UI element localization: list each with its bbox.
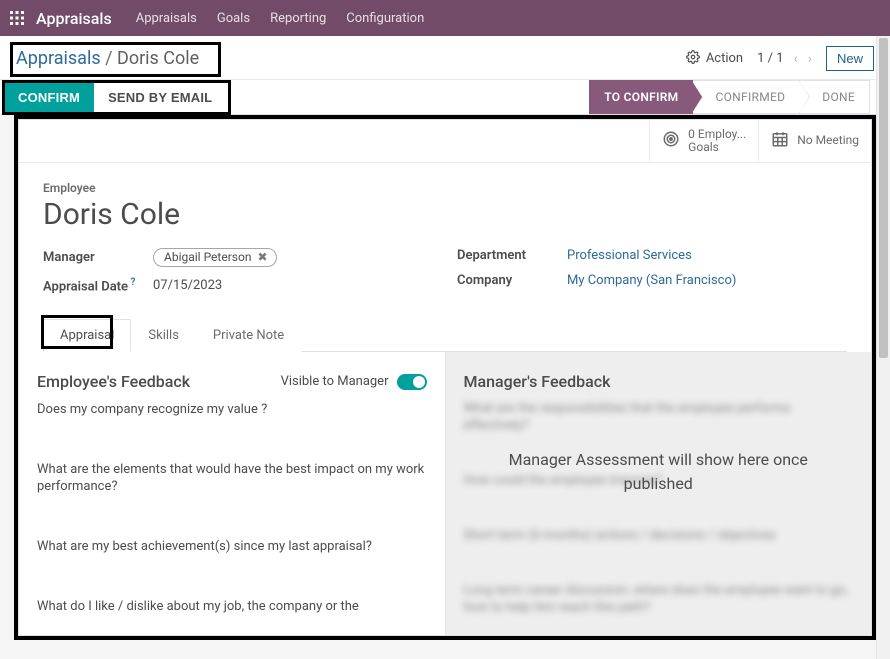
breadcrumb: Appraisals / Doris Cole	[16, 48, 199, 69]
app-nav: Appraisals Goals Reporting Configuration	[136, 11, 425, 26]
form-sheet: 0 Employ... Goals No Meeting Employee Do…	[18, 119, 872, 636]
employee-question-3[interactable]: What are my best achievement(s) since my…	[37, 538, 427, 556]
manager-value: Abigail Peterson	[164, 250, 251, 264]
stat-goals-label: Goals	[688, 141, 746, 154]
appraisal-date-value[interactable]: 07/15/2023	[153, 278, 222, 293]
pager-next[interactable]: ›	[808, 51, 812, 67]
status-confirmed[interactable]: CONFIRMED	[693, 80, 800, 114]
manager-blurred-4: Long term career discussion, where does …	[464, 583, 854, 617]
pager-count: 1 / 1	[757, 51, 783, 66]
send-email-button[interactable]: SEND BY EMAIL	[94, 82, 226, 113]
visible-manager-label: Visible to Manager	[281, 374, 389, 389]
nav-configuration[interactable]: Configuration	[346, 11, 424, 26]
control-panel: Appraisals / Doris Cole Action 1 / 1 ‹ ›…	[0, 36, 890, 115]
employee-label: Employee	[43, 181, 847, 195]
action-label: Action	[706, 51, 743, 66]
target-icon	[662, 130, 680, 152]
main-menubar: Appraisals Appraisals Goals Reporting Co…	[0, 0, 890, 36]
employee-question-2[interactable]: What are the elements that would have th…	[37, 461, 427, 496]
stat-meeting-button[interactable]: No Meeting	[758, 120, 871, 162]
department-label: Department	[457, 248, 567, 263]
status-to-confirm[interactable]: TO CONFIRM	[589, 80, 693, 114]
stat-goals-button[interactable]: 0 Employ... Goals	[649, 120, 758, 162]
manager-feedback-title: Manager's Feedback	[464, 372, 611, 391]
scrollbar[interactable]	[876, 36, 890, 659]
gear-icon	[686, 50, 700, 68]
employee-feedback-panel: Employee's Feedback Visible to Manager D…	[19, 352, 445, 636]
close-icon[interactable]: ✖	[257, 250, 267, 264]
tab-appraisal[interactable]: Appraisal	[43, 319, 131, 352]
manager-feedback-placeholder: Manager Assessment will show here once p…	[446, 448, 872, 496]
tab-skills[interactable]: Skills	[131, 319, 196, 352]
manager-blurred-1: What are the responsibilities that the e…	[464, 401, 854, 435]
employee-question-4[interactable]: What do I like / dislike about my job, t…	[37, 598, 427, 616]
company-label: Company	[457, 273, 567, 288]
new-button[interactable]: New	[826, 46, 874, 71]
stat-button-box: 0 Employ... Goals No Meeting	[19, 120, 871, 163]
manager-label: Manager	[43, 250, 153, 265]
appraisal-date-label: Appraisal Date ?	[43, 277, 153, 294]
nav-appraisals[interactable]: Appraisals	[136, 11, 197, 26]
nav-reporting[interactable]: Reporting	[270, 11, 326, 26]
status-bar: TO CONFIRM CONFIRMED DONE	[589, 80, 870, 114]
breadcrumb-root[interactable]: Appraisals	[16, 48, 101, 69]
pager-prev[interactable]: ‹	[794, 51, 798, 67]
department-value[interactable]: Professional Services	[567, 248, 692, 263]
action-dropdown[interactable]: Action	[686, 50, 743, 68]
visible-manager-toggle[interactable]	[397, 374, 427, 390]
employee-question-1[interactable]: Does my company recognize my value ?	[37, 401, 427, 419]
help-icon[interactable]: ?	[128, 277, 135, 288]
manager-blurred-3: Short term (6-months) actions / decision…	[464, 528, 854, 545]
notebook-tabs: Appraisal Skills Private Note	[43, 318, 847, 352]
stat-meeting-label: No Meeting	[797, 134, 859, 147]
nav-goals[interactable]: Goals	[217, 11, 250, 26]
manager-feedback-panel: Manager's Feedback What are the responsi…	[445, 352, 872, 636]
employee-feedback-title: Employee's Feedback	[37, 372, 190, 391]
pager: 1 / 1 ‹ ›	[757, 51, 812, 67]
apps-grid-icon[interactable]	[10, 11, 24, 25]
status-done[interactable]: DONE	[800, 80, 870, 114]
confirm-button[interactable]: CONFIRM	[4, 82, 94, 113]
scrollbar-thumb[interactable]	[879, 38, 888, 358]
tab-private-note[interactable]: Private Note	[196, 319, 301, 352]
employee-name[interactable]: Doris Cole	[43, 197, 847, 232]
company-value[interactable]: My Company (San Francisco)	[567, 273, 736, 288]
calendar-icon	[771, 130, 789, 152]
app-title: Appraisals	[36, 9, 112, 28]
manager-chip[interactable]: Abigail Peterson ✖	[153, 248, 277, 267]
breadcrumb-current: Doris Cole	[117, 48, 199, 69]
